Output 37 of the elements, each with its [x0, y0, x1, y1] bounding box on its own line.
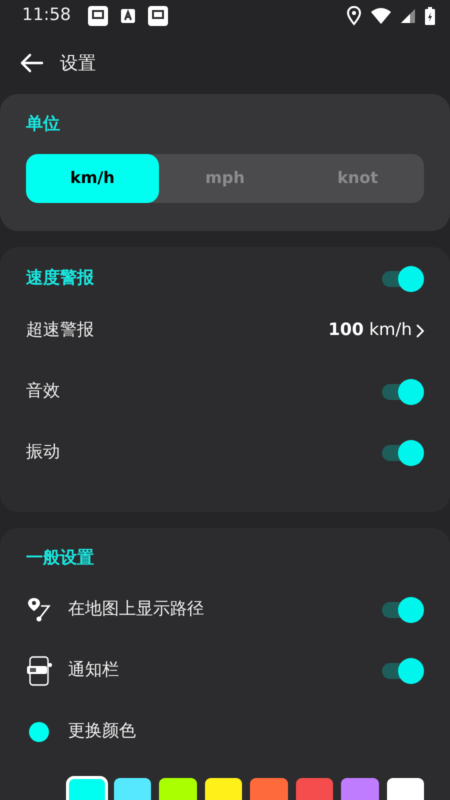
color-swatch[interactable] — [68, 778, 106, 800]
section-title: 速度警报 — [26, 266, 94, 290]
color-swatch[interactable] — [159, 778, 196, 800]
notification-icon — [147, 5, 169, 27]
section-title: 一般设置 — [26, 546, 95, 570]
setting-label: 超速警报 — [26, 319, 94, 342]
color-swatch[interactable] — [386, 778, 424, 800]
setting-label: 更换颜色 — [68, 720, 137, 743]
toggle-switch[interactable] — [380, 596, 424, 624]
color-swatch[interactable] — [204, 778, 242, 800]
section-title: 单位 — [26, 113, 61, 136]
back-button[interactable] — [20, 53, 44, 73]
color-swatch[interactable] — [114, 778, 151, 800]
setting-label: 音效 — [26, 380, 60, 404]
location-icon — [346, 6, 362, 26]
setting-label: 在地图上显示路径 — [68, 598, 205, 621]
page-title: 设置 — [60, 52, 96, 76]
toggle-switch[interactable] — [380, 264, 424, 292]
clock-text: 11:58 — [22, 4, 71, 28]
battery-icon — [424, 6, 436, 26]
color-swatch[interactable] — [250, 778, 288, 800]
unit-tab[interactable]: km/h — [26, 154, 159, 202]
setting-label: 通知栏 — [68, 658, 120, 682]
chevron-right-icon — [416, 324, 424, 338]
notification-icon — [87, 5, 109, 27]
route-pin-icon — [27, 596, 51, 622]
toggle-switch[interactable] — [380, 378, 424, 406]
back-arrow-icon — [20, 53, 44, 73]
phone-notification-icon — [26, 656, 52, 686]
toggle-switch[interactable] — [380, 656, 424, 684]
color-swatch[interactable] — [296, 778, 333, 800]
speed-limit-value[interactable]: 100 km/h — [328, 318, 412, 344]
setting-label: 振动 — [26, 441, 60, 464]
color-swatch[interactable] — [341, 778, 378, 800]
toggle-switch[interactable] — [380, 439, 424, 467]
signal-icon — [400, 8, 416, 24]
wifi-icon — [370, 7, 392, 25]
